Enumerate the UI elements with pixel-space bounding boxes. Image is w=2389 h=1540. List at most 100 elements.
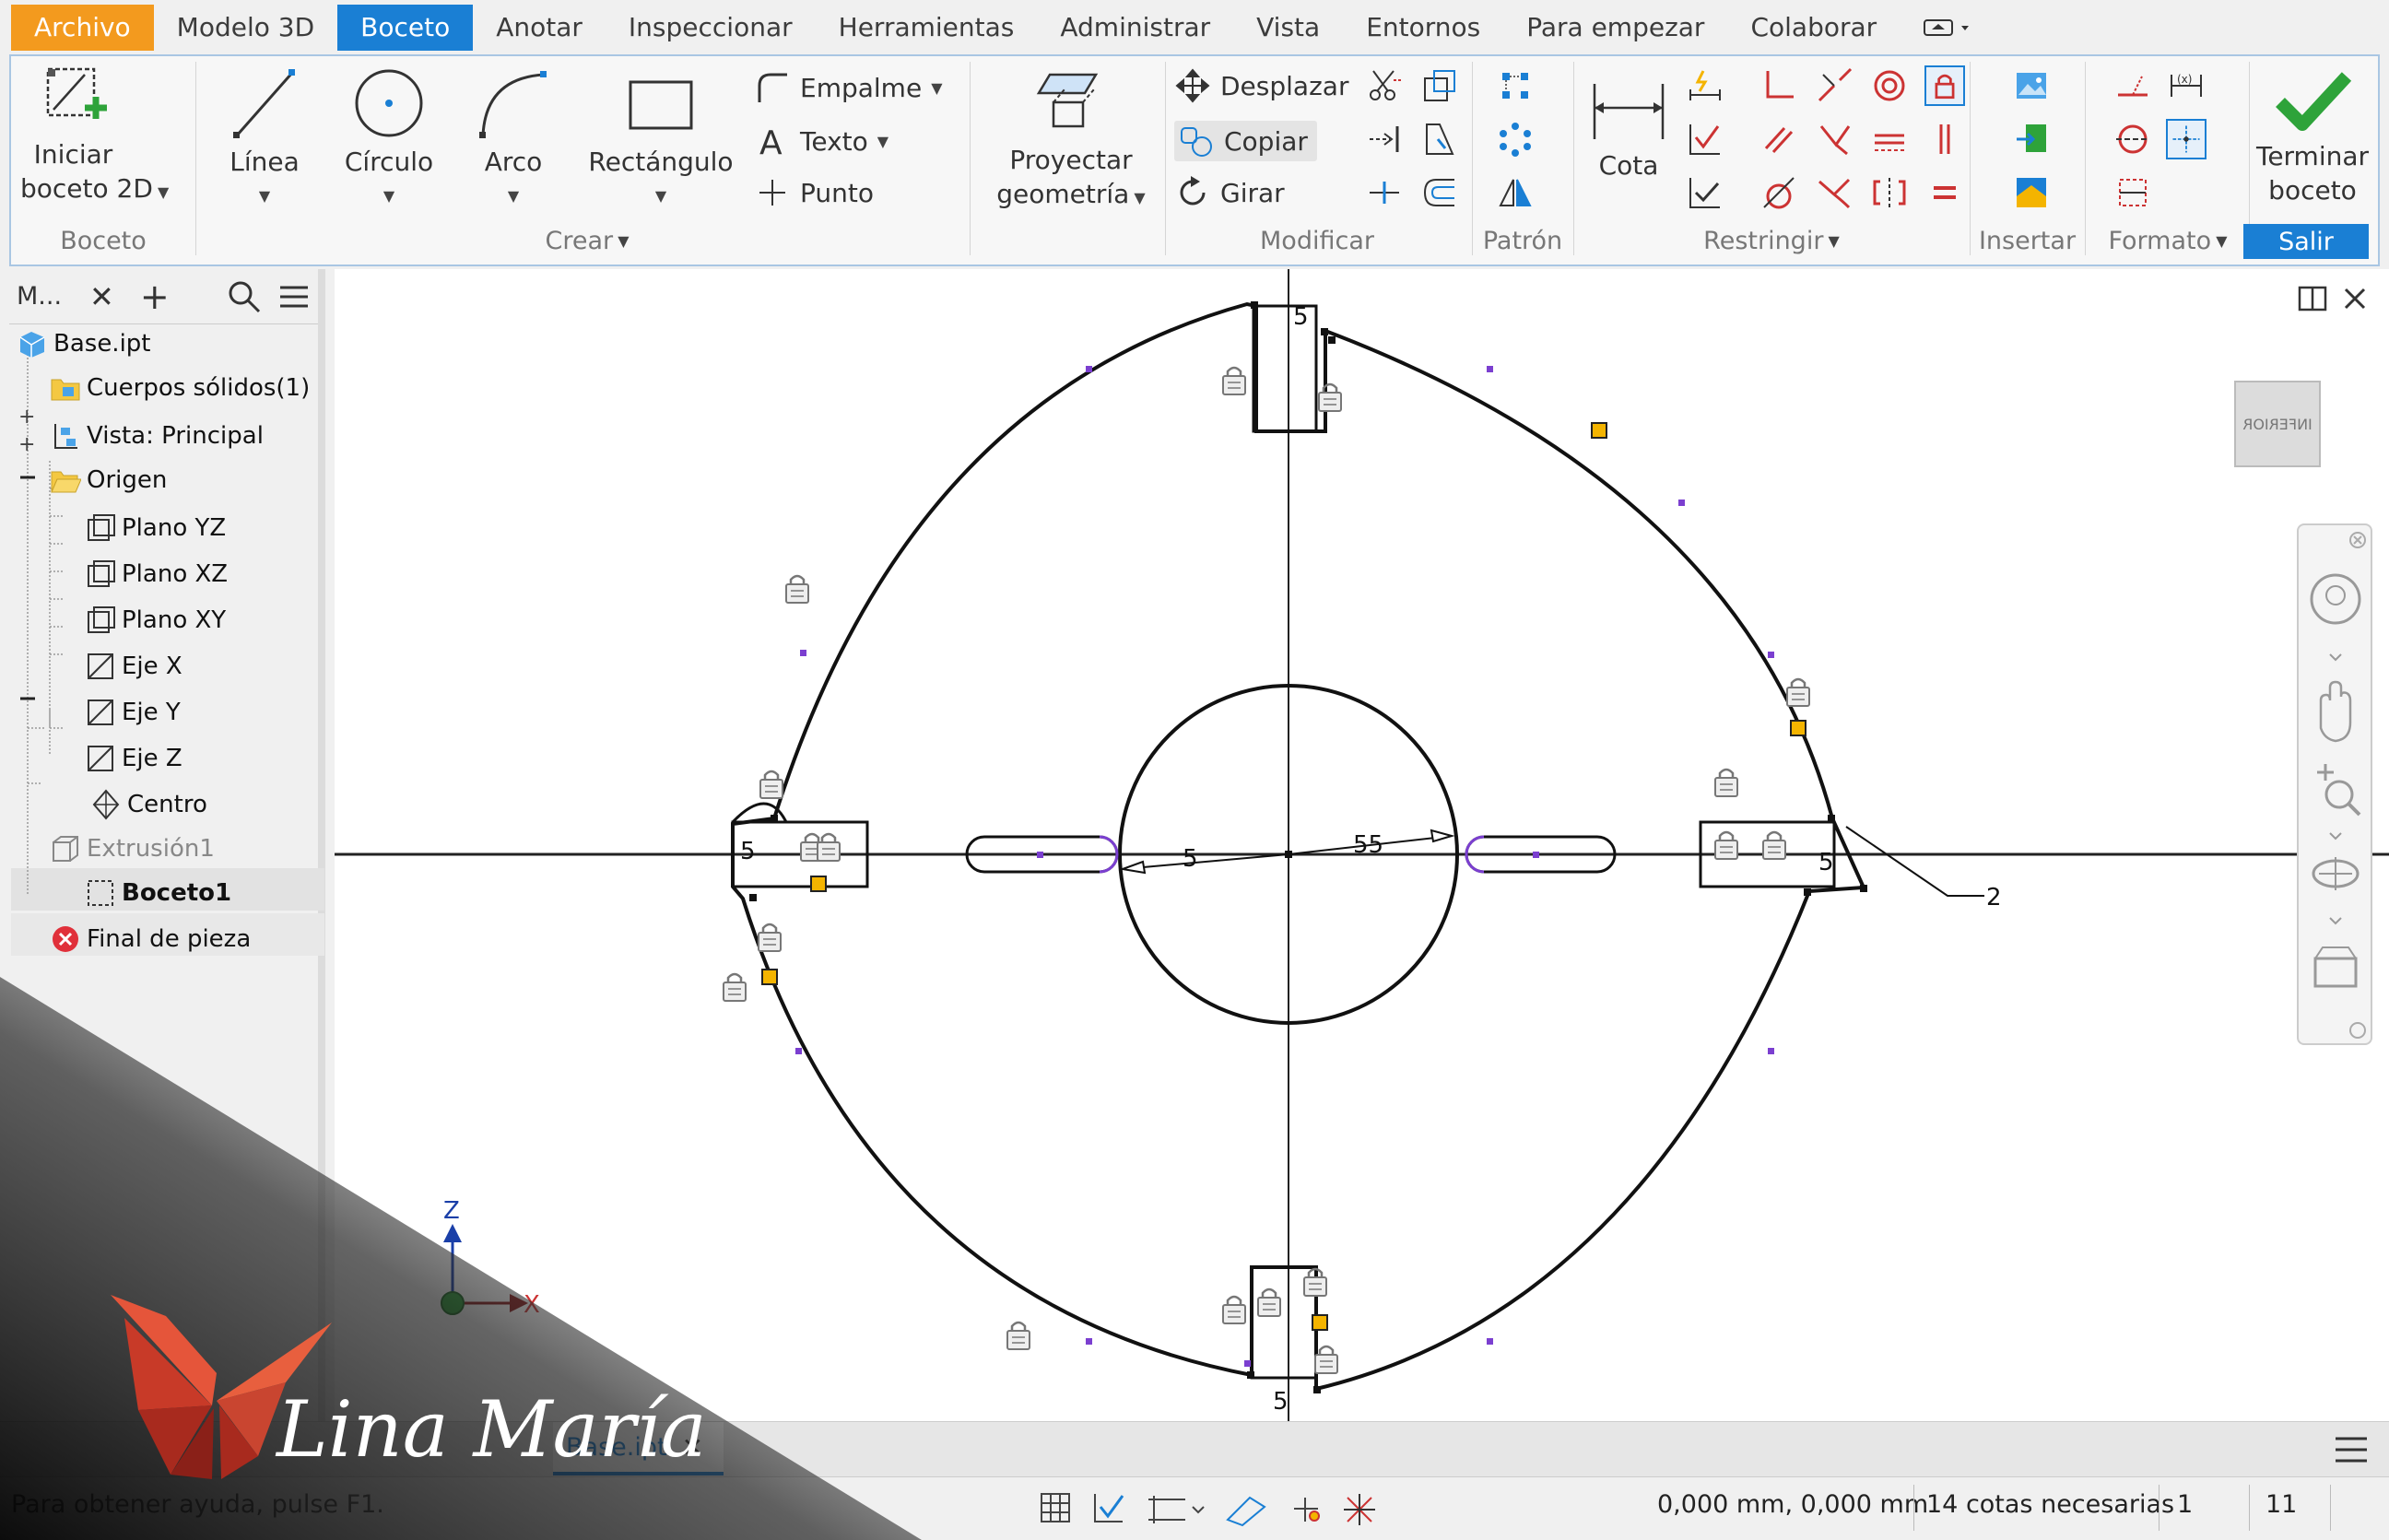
tree-item-vista[interactable]: Vista: Principal: [50, 420, 264, 452]
tree-item-extrusion[interactable]: Extrusión1: [50, 833, 215, 864]
dim-2[interactable]: 2: [1986, 884, 2002, 911]
tree-item-cuerpos[interactable]: Cuerpos sólidos(1): [50, 374, 310, 402]
tab-entornos[interactable]: Entornos: [1343, 5, 1503, 51]
point-button[interactable]: Punto: [754, 174, 874, 211]
arc-button[interactable]: Arco ▼: [463, 62, 564, 213]
browser-tab-model[interactable]: M...: [17, 282, 62, 311]
tree-item-plano-xz[interactable]: Plano XZ: [85, 558, 228, 590]
group-formato[interactable]: Formato ▼: [2085, 218, 2251, 263]
doc-tab-base[interactable]: Base.ipt ✕: [553, 1422, 724, 1475]
tree-item-plano-yz[interactable]: Plano YZ: [85, 512, 226, 544]
tab-boceto[interactable]: Boceto: [337, 4, 474, 51]
centerline-icon[interactable]: [2114, 121, 2151, 158]
tangent-icon[interactable]: [1760, 174, 1797, 211]
vertical-icon[interactable]: [1926, 121, 1963, 158]
driven-dimension-icon[interactable]: (x): [2168, 67, 2205, 104]
copy-button[interactable]: Copiar: [1174, 121, 1317, 161]
viewcube[interactable]: INFERIOR: [2234, 381, 2321, 467]
coincident-icon[interactable]: [1760, 67, 1797, 104]
fix-lock-icon[interactable]: [1924, 65, 1965, 106]
perpendicular-icon[interactable]: [1816, 121, 1853, 158]
extend-icon[interactable]: [1366, 121, 1403, 158]
fillet-icon: [758, 73, 787, 102]
concentric-icon[interactable]: [1871, 67, 1908, 104]
project-geometry-button[interactable]: Proyectar geometría ▼: [988, 62, 1154, 215]
insert-acad-icon[interactable]: [2013, 174, 2050, 211]
doc-tabs-menu-icon[interactable]: [2334, 1435, 2369, 1464]
smooth-icon[interactable]: [1816, 174, 1853, 211]
browser-close-icon[interactable]: ✕: [89, 279, 114, 314]
scale-icon[interactable]: [1421, 67, 1458, 104]
tab-inspeccionar[interactable]: Inspeccionar: [606, 5, 816, 51]
dimension-button[interactable]: Cota: [1578, 75, 1679, 182]
dim-5-top[interactable]: 5: [1293, 303, 1309, 331]
trim-icon[interactable]: [1366, 67, 1403, 104]
parallel-icon[interactable]: [1760, 121, 1797, 158]
tree-item-plano-xy[interactable]: Plano XY: [85, 605, 226, 636]
start-2d-sketch-button[interactable]: Iniciar boceto 2D ▼: [20, 62, 169, 209]
tree-item-eje-z[interactable]: Eje Z: [85, 743, 182, 774]
project-label-2: geometría ▼: [996, 179, 1146, 209]
offset-icon[interactable]: [1421, 174, 1458, 211]
dim-55[interactable]: 55: [1353, 831, 1383, 859]
tab-herramientas[interactable]: Herramientas: [816, 5, 1038, 51]
equal-icon[interactable]: [1926, 174, 1963, 211]
group-restringir[interactable]: Restringir ▼: [1573, 218, 1970, 263]
auto-dimension-icon[interactable]: [1687, 67, 1724, 104]
text-button[interactable]: A Texto ▼: [754, 123, 889, 159]
rectangle-button[interactable]: Rectángulo ▼: [583, 62, 739, 213]
dim-5-bottom[interactable]: 5: [1273, 1388, 1289, 1416]
tab-anotar[interactable]: Anotar: [473, 5, 606, 51]
horizontal-icon[interactable]: [1871, 121, 1908, 158]
tab-modelo-3d[interactable]: Modelo 3D: [154, 5, 337, 51]
tree-item-centro[interactable]: Centro: [90, 789, 207, 820]
constraint-settings-icon[interactable]: [1687, 174, 1724, 211]
dim-5-right[interactable]: 5: [1818, 849, 1834, 876]
browser-menu-icon[interactable]: [277, 279, 312, 314]
rotate-button[interactable]: Girar: [1174, 174, 1285, 211]
stretch-icon[interactable]: [1421, 121, 1458, 158]
status-sketch-tools[interactable]: [1038, 1487, 1388, 1531]
tree-item-base[interactable]: Base.ipt: [17, 328, 151, 359]
arc-label: Arco: [484, 147, 543, 177]
fillet-button[interactable]: Empalme ▼: [754, 69, 943, 106]
circle-button[interactable]: Círculo ▼: [334, 62, 444, 213]
center-point-icon[interactable]: [2166, 119, 2207, 159]
tab-para-empezar[interactable]: Para empezar: [1503, 5, 1727, 51]
insert-image-icon[interactable]: [2013, 67, 2050, 104]
ribbon: Iniciar boceto 2D ▼ Línea ▼ Círculo ▼ Ar…: [9, 54, 2380, 266]
browser-add-icon[interactable]: +: [140, 276, 170, 317]
symmetric-icon[interactable]: [1871, 174, 1908, 211]
move-button[interactable]: Desplazar: [1174, 67, 1348, 104]
split-icon[interactable]: [1366, 174, 1403, 211]
line-button[interactable]: Línea ▼: [214, 62, 315, 213]
tree-item-origen[interactable]: Origen: [50, 466, 167, 494]
dim-5-left[interactable]: 5: [740, 838, 756, 865]
menu-file[interactable]: Archivo: [11, 4, 154, 51]
dim-5-inner[interactable]: 5: [1183, 845, 1198, 873]
rectangular-pattern-icon[interactable]: [1497, 67, 1534, 104]
tree-item-eje-y[interactable]: Eje Y: [85, 697, 181, 728]
tab-administrar[interactable]: Administrar: [1037, 5, 1233, 51]
graphics-window[interactable]: 5 5 5 5 5 55 2 Z X: [335, 269, 2389, 1421]
document-tabs: Base.ipt ✕: [0, 1421, 2389, 1476]
tree-item-boceto1[interactable]: Boceto1: [85, 877, 231, 909]
circular-pattern-icon[interactable]: [1497, 121, 1534, 158]
view-rep-icon: [54, 424, 77, 449]
construction-icon[interactable]: [2114, 67, 2151, 104]
doc-tab-close-icon[interactable]: ✕: [682, 1432, 703, 1463]
navigation-bar[interactable]: [2297, 523, 2372, 1045]
group-crear[interactable]: Crear ▼: [205, 218, 970, 263]
mirror-icon[interactable]: [1497, 174, 1534, 211]
import-points-icon[interactable]: [2013, 121, 2050, 158]
browser-search-icon[interactable]: [227, 279, 262, 314]
tree-item-final-pieza[interactable]: Final de pieza: [50, 923, 251, 955]
collinear-icon[interactable]: [1816, 67, 1853, 104]
sketch-only-icon[interactable]: [2114, 174, 2151, 211]
show-constraints-icon[interactable]: [1687, 121, 1724, 158]
tab-colaborar[interactable]: Colaborar: [1727, 5, 1900, 51]
tab-vista[interactable]: Vista: [1233, 5, 1343, 51]
ribbon-display-toggle[interactable]: [1923, 17, 1974, 39]
finish-sketch-button[interactable]: Terminar boceto: [2251, 62, 2374, 207]
tree-item-eje-x[interactable]: Eje X: [85, 651, 182, 682]
